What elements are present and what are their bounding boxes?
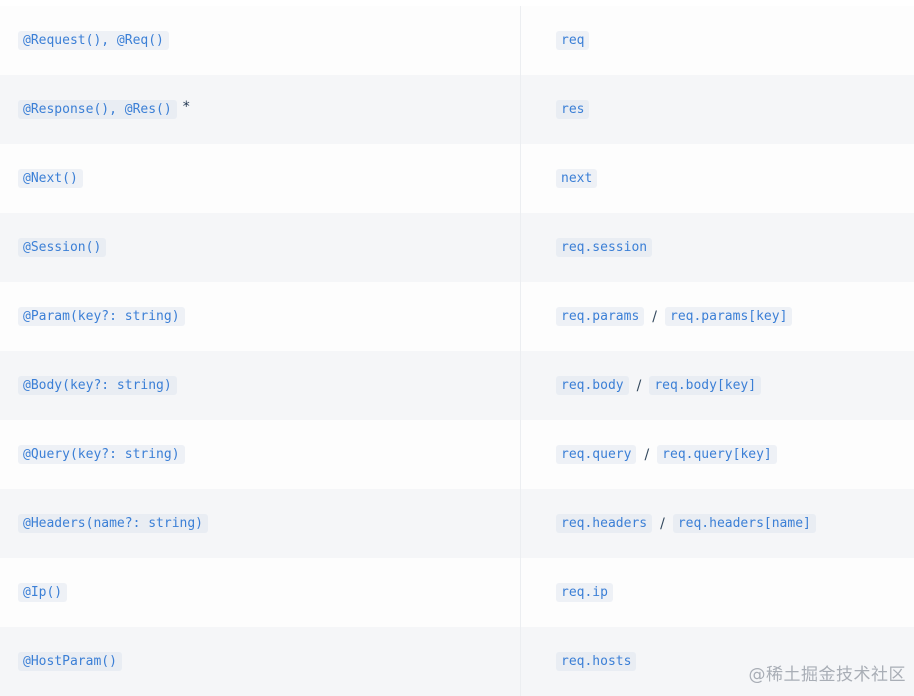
table-row: @Response(), @Res() * res (0, 75, 914, 144)
express-cell: req.session (521, 213, 914, 282)
separator-slash: / (644, 447, 649, 463)
decorator-code: @HostParam() (18, 652, 122, 671)
table-row: @Request(), @Req() req (0, 6, 914, 75)
express-code: req.body (556, 376, 629, 395)
decorator-code: @Headers(name?: string) (18, 514, 208, 533)
decorator-code: @Ip() (18, 583, 67, 602)
express-code: req.params (556, 307, 644, 326)
decorator-cell: @Next() (0, 144, 521, 213)
footnote-asterisk: * (183, 99, 190, 115)
express-cell: req.headers / req.headers[name] (521, 489, 914, 558)
decorator-code: @Query(key?: string) (18, 445, 185, 464)
table-row: @Ip() req.ip (0, 558, 914, 627)
express-cell: req (521, 6, 914, 75)
decorator-mapping-table: @Request(), @Req() req @Response(), @Res… (0, 0, 914, 689)
watermark: @稀土掘金技术社区 (749, 660, 907, 685)
express-code: req.headers (556, 514, 652, 533)
separator-slash: / (660, 516, 665, 532)
decorator-cell: @Session() (0, 213, 521, 282)
decorator-cell: @Body(key?: string) (0, 351, 521, 420)
separator-slash: / (652, 309, 657, 325)
express-code: req.body[key] (649, 376, 761, 395)
express-code: req.ip (556, 583, 613, 602)
table-row: @Param(key?: string) req.params / req.pa… (0, 282, 914, 351)
table-row: @Next() next (0, 144, 914, 213)
decorator-cell: @Headers(name?: string) (0, 489, 521, 558)
express-code: req.query (556, 445, 636, 464)
separator-slash: / (637, 378, 642, 394)
table-row: @Session() req.session (0, 213, 914, 282)
express-code: req.session (556, 238, 652, 257)
decorator-code: @Body(key?: string) (18, 376, 177, 395)
express-cell: req.body / req.body[key] (521, 351, 914, 420)
express-code: res (556, 100, 589, 119)
decorator-code: @Next() (18, 169, 83, 188)
decorator-cell: @Response(), @Res() * (0, 75, 521, 144)
decorator-cell: @Ip() (0, 558, 521, 627)
express-code: req.query[key] (657, 445, 777, 464)
decorator-cell: @Query(key?: string) (0, 420, 521, 489)
table-row: @Body(key?: string) req.body / req.body[… (0, 351, 914, 420)
decorator-code: @Session() (18, 238, 106, 257)
table-row: @Query(key?: string) req.query / req.que… (0, 420, 914, 489)
express-cell: req.query / req.query[key] (521, 420, 914, 489)
decorator-code: @Response(), @Res() (18, 100, 177, 119)
decorator-code: @Request(), @Req() (18, 31, 169, 50)
express-code: req.params[key] (665, 307, 792, 326)
table-row: @Headers(name?: string) req.headers / re… (0, 489, 914, 558)
express-cell: res (521, 75, 914, 144)
express-code: next (556, 169, 597, 188)
express-code: req (556, 31, 589, 50)
express-cell: req.ip (521, 558, 914, 627)
express-cell: next (521, 144, 914, 213)
decorator-cell: @HostParam() (0, 627, 521, 696)
decorator-code: @Param(key?: string) (18, 307, 185, 326)
express-cell: req.params / req.params[key] (521, 282, 914, 351)
express-code: req.headers[name] (673, 514, 816, 533)
decorator-cell: @Param(key?: string) (0, 282, 521, 351)
express-code: req.hosts (556, 652, 636, 671)
decorator-cell: @Request(), @Req() (0, 6, 521, 75)
